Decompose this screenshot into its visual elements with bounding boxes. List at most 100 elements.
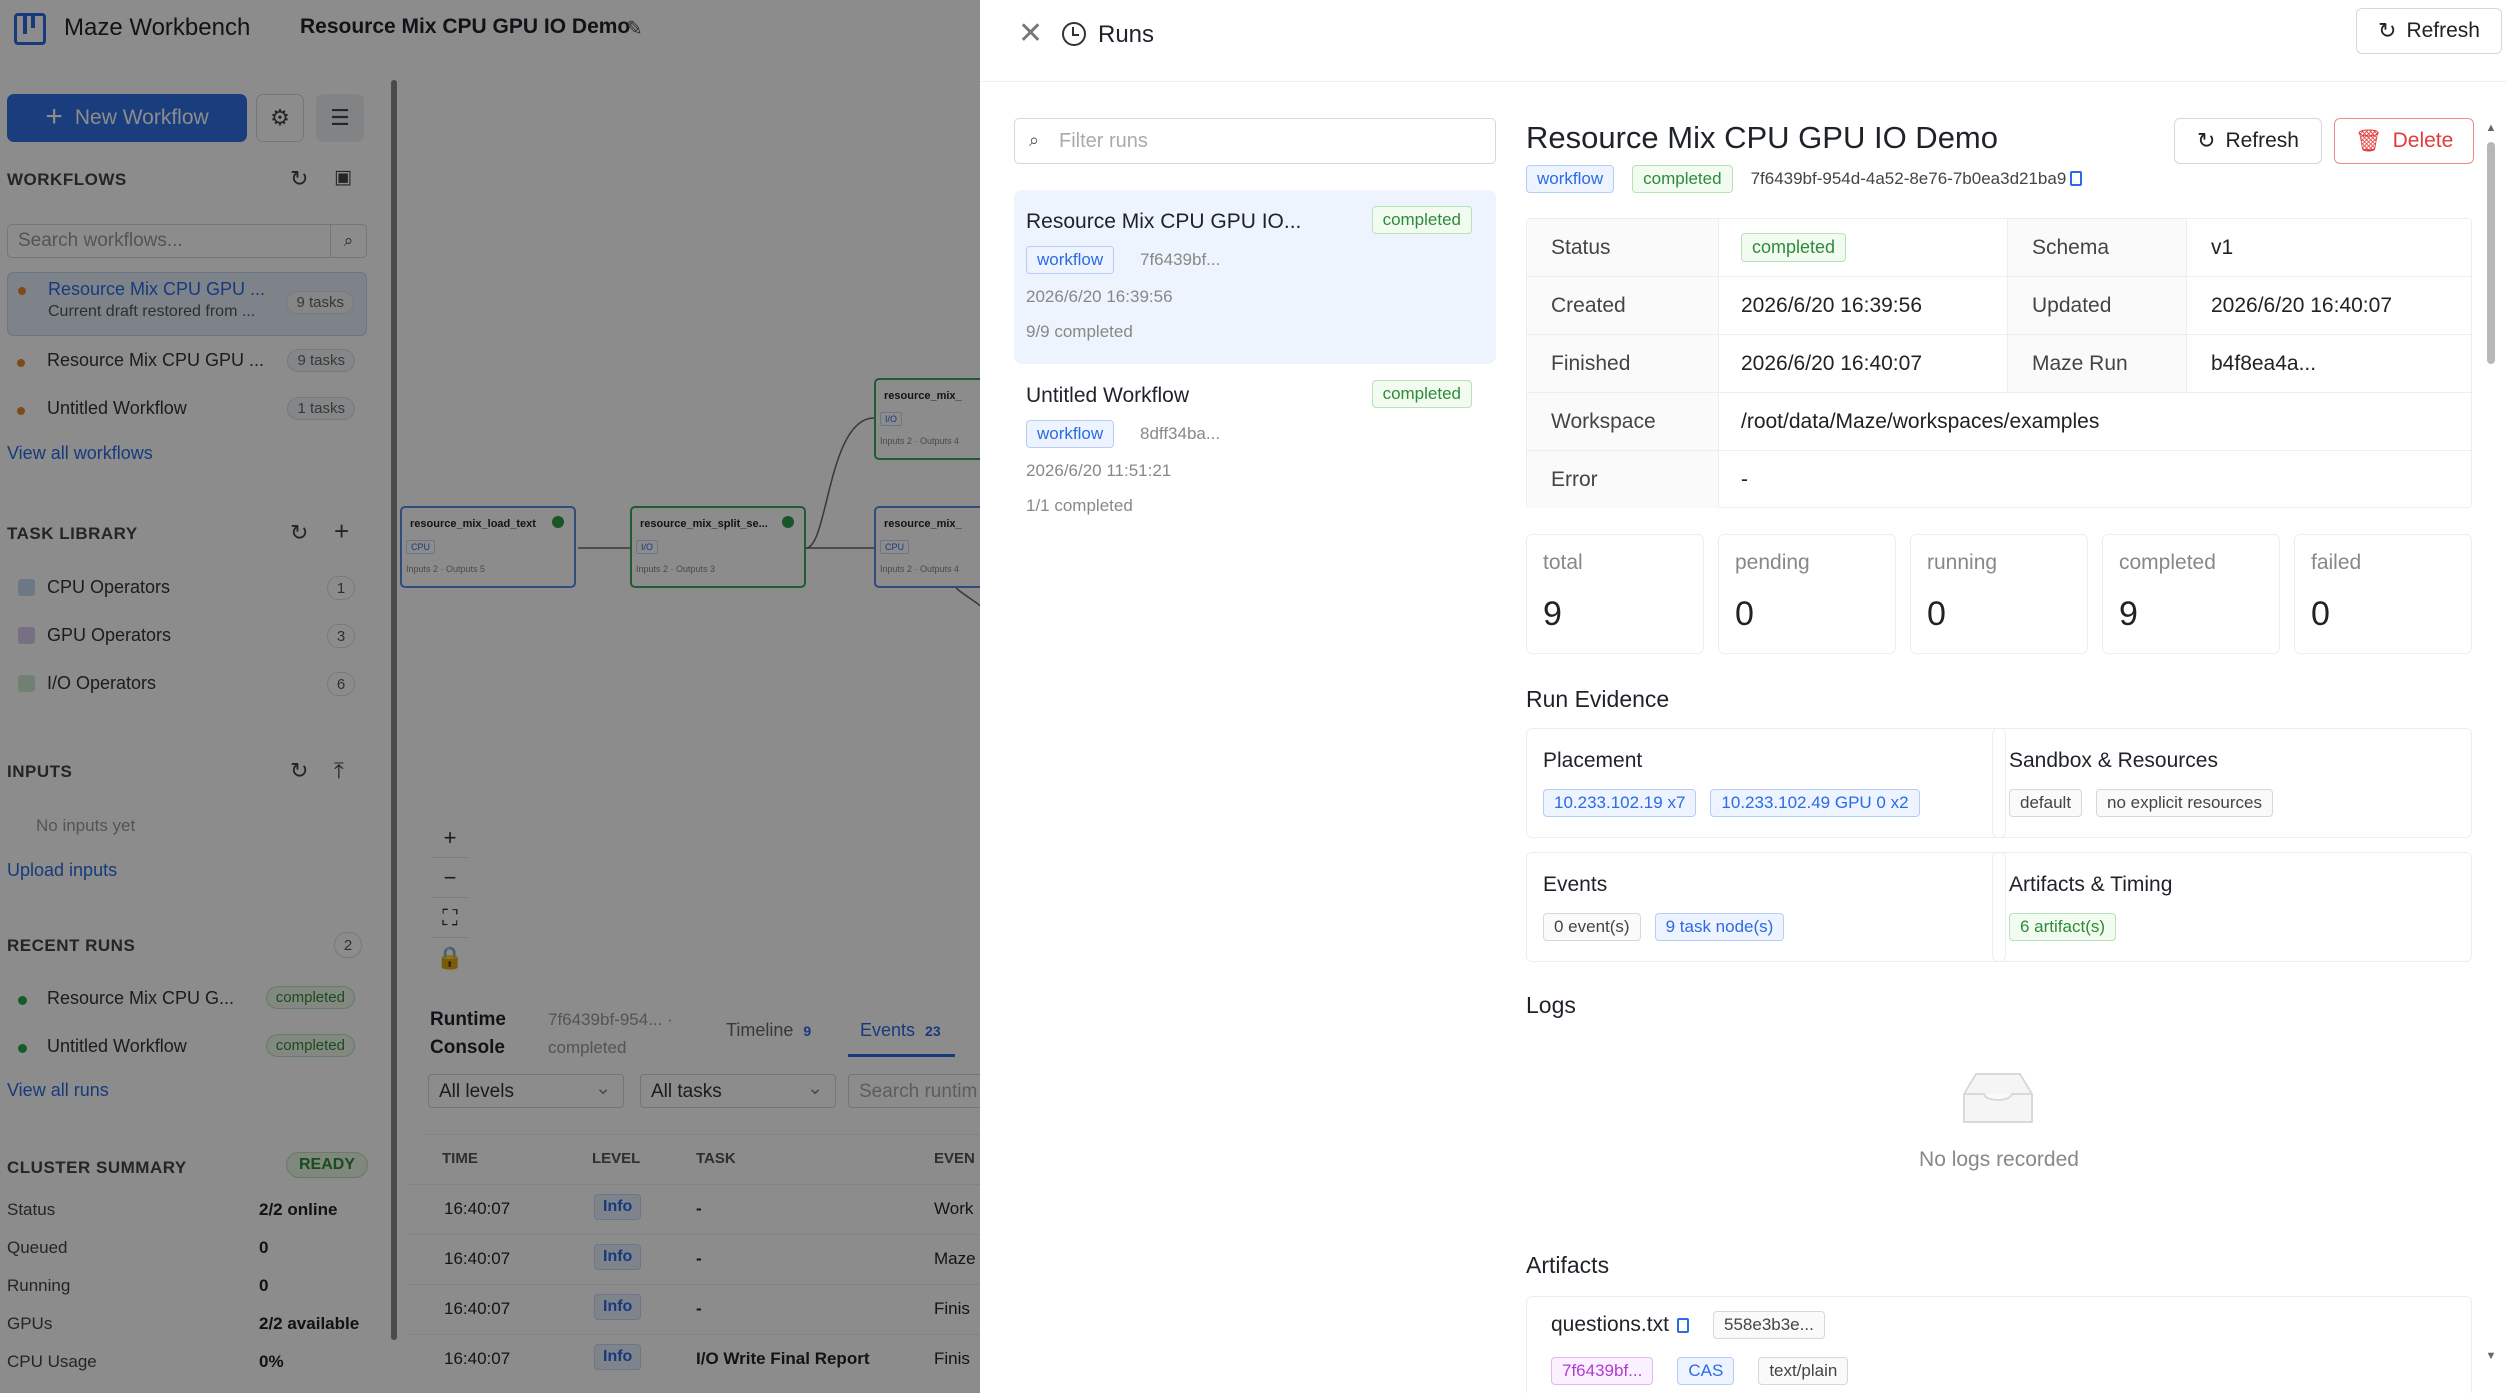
info-value: 2026/6/20 16:39:56 — [1741, 294, 1923, 317]
card-title: Placement — [1543, 749, 1643, 772]
artifact-name-text: questions.txt — [1551, 1313, 1669, 1336]
run-hash: 7f6439bf... — [1140, 250, 1221, 269]
modal-backdrop[interactable] — [0, 0, 980, 1393]
run-progress: 9/9 completed — [1026, 322, 1133, 341]
task-node-tag: 9 task node(s) — [1654, 913, 1785, 941]
detail-scrollbar[interactable]: ▲ ▼ — [2484, 120, 2498, 1370]
delete-run-button[interactable]: 🗑 Delete — [2334, 118, 2474, 164]
artifact-card[interactable]: questions.txt 558e3b3e... 7f6439bf... CA… — [1526, 1296, 2472, 1393]
stat-value: 9 — [2119, 595, 2138, 633]
artifact-mime-tag: text/plain — [1758, 1357, 1849, 1385]
stat-label: total — [1543, 551, 1583, 574]
run-id: 7f6439bf-954d-4a52-8e76-7b0ea3d21ba9 — [1751, 169, 2083, 189]
placement-tag: 10.233.102.49 GPU 0 x2 — [1710, 789, 1920, 817]
refresh-runs-button[interactable]: ↻ Refresh — [2356, 8, 2502, 54]
sandbox-card: Sandbox & Resources default no explicit … — [1992, 728, 2472, 838]
info-label: Status — [1527, 219, 1719, 276]
info-row: Error - — [1527, 451, 2471, 509]
search-icon: ⌕ — [1029, 130, 1040, 150]
refresh-icon: ↻ — [2378, 18, 2397, 43]
artifact-tags: 7f6439bf... CAS text/plain — [1551, 1357, 1849, 1385]
timing-tags: 6 artifact(s) — [2009, 913, 2117, 941]
run-list-item[interactable]: Untitled Workflow completed workflow 8df… — [1014, 364, 1496, 538]
artifact-storage-tag: CAS — [1677, 1357, 1735, 1385]
copy-icon[interactable] — [1676, 1318, 1689, 1333]
stat-card-pending: pending 0 — [1718, 534, 1896, 654]
run-type-tag: workflow — [1026, 246, 1115, 274]
run-evidence-heading: Run Evidence — [1526, 686, 1670, 712]
drawer-header: ✕ Runs ↻ Refresh — [980, 0, 2506, 82]
scroll-up-icon[interactable]: ▲ — [2484, 122, 2498, 134]
empty-inbox-icon — [1963, 1073, 2033, 1123]
info-label: Schema — [2007, 219, 2187, 276]
info-value: b4f8ea4a... — [2211, 352, 2317, 375]
copy-icon[interactable] — [2070, 171, 2083, 186]
run-type-tag: workflow — [1026, 420, 1115, 448]
run-list-item[interactable]: Resource Mix CPU GPU IO... completed wor… — [1014, 190, 1496, 364]
run-detail-tags: workflow completed 7f6439bf-954d-4a52-8e… — [1526, 162, 2083, 196]
status-badge: completed — [1371, 380, 1472, 408]
sandbox-tags: default no explicit resources — [2009, 789, 2274, 817]
artifact-count-tag: 6 artifact(s) — [2009, 913, 2117, 941]
refresh-icon: ↻ — [2197, 128, 2216, 153]
filter-runs-input[interactable]: ⌕ Filter runs — [1014, 118, 1496, 164]
stat-card-running: running 0 — [1910, 534, 2088, 654]
event-count-tag: 0 event(s) — [1543, 913, 1641, 941]
sandbox-tag: default — [2009, 789, 2083, 817]
run-info-table: Status completed Schema v1 Created 2026/… — [1526, 218, 2472, 508]
stat-card-completed: completed 9 — [2102, 534, 2280, 654]
sandbox-tag: no explicit resources — [2096, 789, 2274, 817]
no-logs-text: No logs recorded — [1919, 1148, 2079, 1171]
run-date: 2026/6/20 11:51:21 — [1026, 461, 1172, 480]
info-label: Error — [1527, 451, 1719, 508]
info-row: Created 2026/6/20 16:39:56 Updated 2026/… — [1527, 277, 2471, 335]
placement-tags: 10.233.102.19 x7 10.233.102.49 GPU 0 x2 — [1543, 789, 1920, 817]
info-value: - — [1741, 468, 1748, 491]
stat-value: 0 — [1927, 595, 1946, 633]
info-value: 2026/6/20 16:40:07 — [2211, 294, 2393, 317]
stat-value: 0 — [1735, 595, 1754, 633]
run-detail-title: Resource Mix CPU GPU IO Demo — [1526, 120, 1998, 155]
status-badge: completed — [1632, 165, 1733, 193]
stat-value: 0 — [2311, 595, 2330, 633]
artifacts-heading: Artifacts — [1526, 1252, 1610, 1278]
info-value: /root/data/Maze/workspaces/examples — [1741, 410, 2100, 433]
run-date: 2026/6/20 16:39:56 — [1026, 287, 1173, 306]
stat-label: running — [1927, 551, 1998, 574]
scroll-down-icon[interactable]: ▼ — [2484, 1350, 2498, 1362]
info-label: Updated — [2007, 277, 2187, 334]
artifact-hash: 558e3b3e... — [1713, 1311, 1825, 1339]
stat-label: completed — [2119, 551, 2216, 574]
close-icon[interactable]: ✕ — [1018, 16, 1043, 51]
artifact-name: questions.txt — [1551, 1313, 1689, 1337]
info-row: Finished 2026/6/20 16:40:07 Maze Run b4f… — [1527, 335, 2471, 393]
info-row: Status completed Schema v1 — [1527, 219, 2471, 277]
info-row: Workspace /root/data/Maze/workspaces/exa… — [1527, 393, 2471, 451]
refresh-label: Refresh — [2225, 129, 2299, 152]
run-progress: 1/1 completed — [1026, 496, 1133, 515]
events-card: Events 0 event(s) 9 task node(s) — [1526, 852, 2006, 962]
card-title: Events — [1543, 873, 1608, 896]
trash-icon: 🗑 — [2354, 128, 2383, 153]
stat-card-failed: failed 0 — [2294, 534, 2472, 654]
stat-card-total: total 9 — [1526, 534, 1704, 654]
drawer-title: Runs — [1098, 21, 1155, 48]
events-tags: 0 event(s) 9 task node(s) — [1543, 913, 1785, 941]
card-title: Artifacts & Timing — [2009, 873, 2173, 896]
card-title: Sandbox & Resources — [2009, 749, 2218, 772]
refresh-detail-button[interactable]: ↻ Refresh — [2174, 118, 2322, 164]
scrollbar-thumb[interactable] — [2487, 142, 2495, 364]
stat-value: 9 — [1543, 595, 1562, 633]
history-icon — [1062, 22, 1086, 46]
runs-drawer: ✕ Runs ↻ Refresh ⌕ Filter runs Resource … — [980, 0, 2506, 1393]
placement-tag: 10.233.102.19 x7 — [1543, 789, 1697, 817]
run-hash: 8dff34ba... — [1140, 424, 1221, 443]
refresh-label: Refresh — [2406, 19, 2480, 42]
info-value: v1 — [2211, 236, 2234, 259]
stat-label: failed — [2311, 551, 2362, 574]
info-label: Maze Run — [2007, 335, 2187, 392]
logs-heading: Logs — [1526, 992, 1576, 1018]
placement-card: Placement 10.233.102.19 x7 10.233.102.49… — [1526, 728, 2006, 838]
status-badge: completed — [1371, 206, 1472, 234]
run-title: Resource Mix CPU GPU IO... — [1026, 210, 1302, 233]
